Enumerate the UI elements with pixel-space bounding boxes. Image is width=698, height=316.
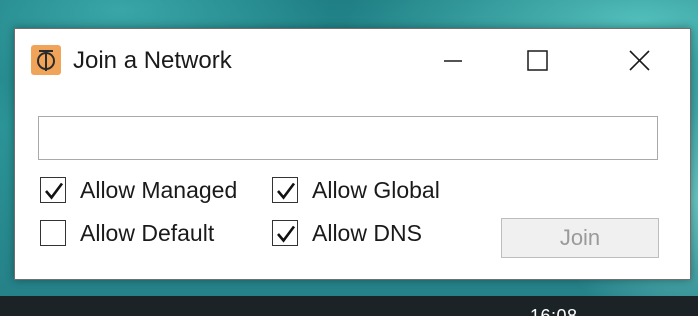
checkbox-label: Allow Default (80, 219, 215, 246)
checkbox-label: Allow Global (312, 176, 440, 203)
checkmark-icon (277, 182, 296, 200)
allow-managed-checkbox[interactable]: Allow Managed (40, 175, 237, 205)
checkbox-box[interactable] (272, 177, 298, 203)
window-title: Join a Network (73, 47, 232, 74)
checkmark-icon (277, 225, 296, 243)
maximize-icon (527, 50, 548, 71)
join-button[interactable]: Join (501, 218, 659, 258)
close-button[interactable] (589, 29, 689, 89)
checkbox-box[interactable] (40, 177, 66, 203)
checkbox-label: Allow Managed (80, 176, 238, 203)
maximize-button[interactable] (487, 29, 587, 89)
taskbar-clock[interactable]: 16:08 (530, 306, 578, 316)
zerotier-logo-icon (31, 45, 61, 75)
minimize-icon (444, 60, 462, 62)
minimize-button[interactable] (389, 29, 489, 89)
close-icon (629, 50, 650, 71)
allow-default-checkbox[interactable]: Allow Default (40, 218, 214, 248)
title-bar[interactable]: Join a Network (15, 29, 690, 93)
checkmark-icon (45, 182, 64, 200)
checkbox-box[interactable] (40, 220, 66, 246)
allow-dns-checkbox[interactable]: Allow DNS (272, 218, 422, 248)
allow-global-checkbox[interactable]: Allow Global (272, 175, 440, 205)
checkbox-box[interactable] (272, 220, 298, 246)
taskbar: 16:08 (0, 296, 698, 316)
checkbox-label: Allow DNS (312, 219, 422, 246)
join-network-dialog: Join a Network Allow Managed Allow Globa… (14, 28, 691, 280)
network-id-input[interactable] (38, 116, 658, 160)
